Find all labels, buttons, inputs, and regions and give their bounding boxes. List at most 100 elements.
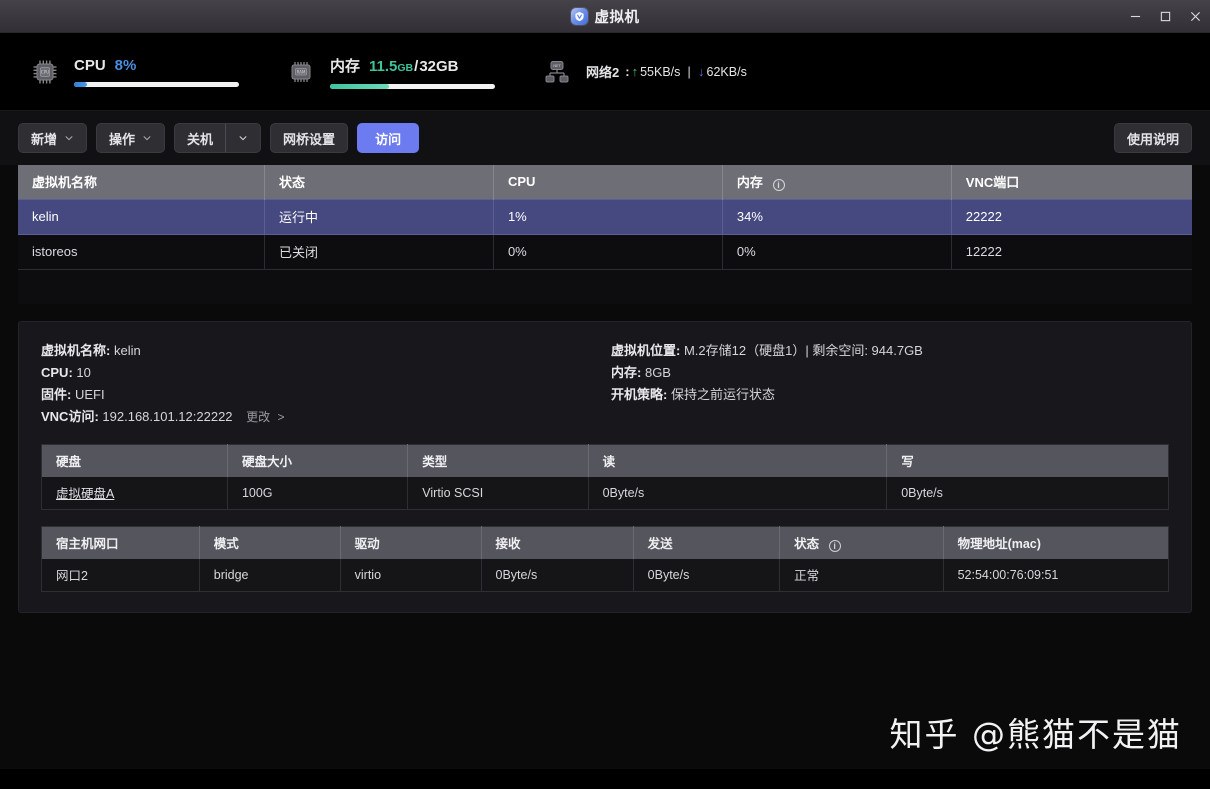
network-label: 网络2 <box>586 65 620 80</box>
network-icon: NET <box>542 57 572 87</box>
chevron-down-icon <box>64 133 74 143</box>
help-button[interactable]: 使用说明 <box>1113 123 1192 153</box>
table-row[interactable]: 虚拟硬盘A 100G Virtio SCSI 0Byte/s 0Byte/s <box>41 476 1169 510</box>
detail-vnc-access-key: VNC访问: <box>41 409 99 424</box>
info-icon[interactable]: i <box>828 540 841 553</box>
memory-total-unit: GB <box>436 57 459 75</box>
column-header-nic-status: 状态 i <box>779 526 944 559</box>
maximize-icon[interactable] <box>1150 0 1180 33</box>
cell-disk-type: Virtio SCSI <box>407 476 589 510</box>
column-header-memory-label: 内存 <box>736 175 763 191</box>
cell-disk-write: 0Byte/s <box>886 476 1169 510</box>
detail-cpu-value: 10 <box>76 365 91 380</box>
cell-vm-name: istoreos <box>18 234 266 270</box>
memory-label: 内存 <box>330 57 361 75</box>
cell-disk-size: 100G <box>227 476 409 510</box>
download-arrow-icon: ↓ <box>698 64 705 79</box>
add-vm-button[interactable]: 新增 <box>18 123 88 153</box>
column-header-disk-type: 类型 <box>407 444 589 477</box>
vm-table-header-row: 虚拟机名称 状态 CPU 内存 i VNC端口 <box>18 165 1192 199</box>
column-header-disk-size: 硬盘大小 <box>227 444 409 477</box>
vm-table-body: kelin 运行中 1% 34% 22222 istoreos 已关闭 0% 0… <box>18 198 1192 304</box>
memory-used-unit: GB <box>397 61 414 74</box>
chevron-down-icon <box>238 131 248 146</box>
shutdown-split-button: 关机 <box>174 123 262 153</box>
ram-chip-icon: RAM <box>286 57 316 87</box>
detail-location-value: M.2存储12（硬盘1）| 剩余空间: 944.7GB <box>683 343 923 358</box>
cell-status: 已关闭 <box>264 234 494 270</box>
network-colon: : <box>625 64 630 79</box>
column-header-vnc-port[interactable]: VNC端口 <box>951 165 1192 199</box>
shutdown-dropdown-button[interactable] <box>226 124 260 152</box>
action-toolbar: 新增 操作 关机 网桥设置 访问 使用说明 <box>0 111 1210 165</box>
network-stat-body: 网络2 : ↑ 55KB/s | ↓ 62KB/s <box>586 62 747 81</box>
change-vnc-link[interactable]: 更改 > <box>246 410 284 424</box>
operation-label: 操作 <box>109 131 136 147</box>
access-label: 访问 <box>375 131 402 147</box>
cell-disk-name: 虚拟硬盘A <box>41 476 228 510</box>
nic-table-head: 宿主机网口 模式 驱动 接收 发送 状态 i 物理地址(mac) <box>41 526 1169 559</box>
help-label: 使用说明 <box>1126 131 1179 147</box>
column-header-cpu[interactable]: CPU <box>493 165 723 199</box>
cell-mode: bridge <box>199 558 341 592</box>
column-header-tx: 发送 <box>633 526 781 559</box>
memory-usage-bar <box>330 83 495 89</box>
memory-stat-line: 内存 11.5 GB / 32 GB <box>330 55 495 76</box>
detail-memory-value: 8GB <box>644 365 671 380</box>
cell-vm-name: kelin <box>18 198 266 235</box>
column-header-mac: 物理地址(mac) <box>943 526 1169 559</box>
detail-cpu: CPU: 10 <box>41 362 611 384</box>
nic-table-body: 网口2 bridge virtio 0Byte/s 0Byte/s 正常 52:… <box>41 558 1169 592</box>
info-icon[interactable]: i <box>772 179 785 192</box>
column-header-disk: 硬盘 <box>41 444 228 477</box>
disk-name-link[interactable]: 虚拟硬盘A <box>56 487 114 501</box>
cpu-stat: CPU CPU 8% <box>30 57 286 87</box>
detail-memory: 内存: 8GB <box>611 362 1169 384</box>
vm-detail-left-column: 虚拟机名称: kelin CPU: 10 固件: UEFI VNC访问: 192… <box>41 340 611 428</box>
vm-table-empty-space <box>18 269 1192 304</box>
detail-firmware: 固件: UEFI <box>41 384 611 406</box>
cell-disk-read: 0Byte/s <box>588 476 888 510</box>
column-header-vm-name[interactable]: 虚拟机名称 <box>18 165 266 199</box>
table-row[interactable]: kelin 运行中 1% 34% 22222 <box>18 198 1192 235</box>
minimize-icon[interactable] <box>1120 0 1150 33</box>
cell-memory: 34% <box>722 198 952 235</box>
detail-cpu-key: CPU: <box>41 365 73 380</box>
detail-vm-name: 虚拟机名称: kelin <box>41 340 611 362</box>
column-header-driver: 驱动 <box>340 526 482 559</box>
column-header-memory[interactable]: 内存 i <box>722 165 952 199</box>
cell-memory: 0% <box>722 234 952 270</box>
memory-separator: / <box>414 57 419 75</box>
vm-detail-columns: 虚拟机名称: kelin CPU: 10 固件: UEFI VNC访问: 192… <box>41 340 1169 428</box>
operation-button[interactable]: 操作 <box>96 123 166 153</box>
bridge-settings-button[interactable]: 网桥设置 <box>270 123 349 153</box>
column-header-disk-write: 写 <box>886 444 1169 477</box>
network-pipe: | <box>687 64 692 79</box>
table-row[interactable]: 网口2 bridge virtio 0Byte/s 0Byte/s 正常 52:… <box>41 558 1169 592</box>
cell-cpu: 0% <box>493 234 723 270</box>
cpu-stat-line: CPU 8% <box>74 57 239 74</box>
detail-vm-name-key: 虚拟机名称: <box>41 343 111 358</box>
detail-boot-policy: 开机策略: 保持之前运行状态 <box>611 384 1169 406</box>
access-button[interactable]: 访问 <box>357 123 420 153</box>
cell-cpu: 1% <box>493 198 723 235</box>
disk-table: 硬盘 硬盘大小 类型 读 写 虚拟硬盘A 100G Virtio SCSI 0B… <box>41 444 1169 510</box>
table-row[interactable]: istoreos 已关闭 0% 0% 12222 <box>18 234 1192 270</box>
cell-host-port: 网口2 <box>41 558 200 592</box>
column-header-mode: 模式 <box>199 526 341 559</box>
vm-table-empty-cell <box>18 269 1192 304</box>
title-bar-center: 虚拟机 <box>0 0 1210 32</box>
cpu-usage-bar-fill <box>74 81 88 87</box>
disk-table-head: 硬盘 硬盘大小 类型 读 写 <box>41 444 1169 477</box>
nic-table-header-row: 宿主机网口 模式 驱动 接收 发送 状态 i 物理地址(mac) <box>41 526 1169 559</box>
bridge-settings-label: 网桥设置 <box>283 131 336 147</box>
shutdown-button[interactable]: 关机 <box>175 124 225 152</box>
vm-list-container: 虚拟机名称 状态 CPU 内存 i VNC端口 kelin 运行中 1% 34%… <box>18 165 1192 304</box>
column-header-status[interactable]: 状态 <box>264 165 494 199</box>
upload-rate: 55KB/s <box>640 64 681 79</box>
detail-firmware-value: UEFI <box>74 387 105 402</box>
disk-table-header-row: 硬盘 硬盘大小 类型 读 写 <box>41 444 1169 477</box>
cell-status: 运行中 <box>264 198 494 235</box>
memory-usage-bar-fill <box>330 83 390 89</box>
close-icon[interactable] <box>1180 0 1210 33</box>
